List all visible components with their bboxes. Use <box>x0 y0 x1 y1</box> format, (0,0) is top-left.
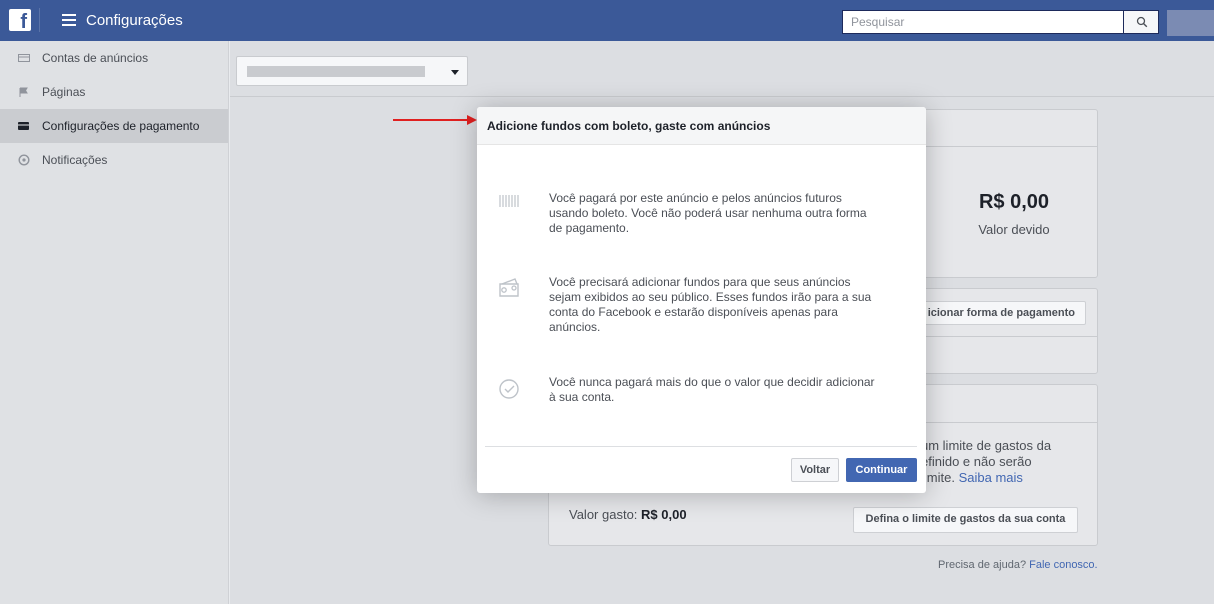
amount-spent: Valor gasto: R$ 0,00 <box>569 507 687 522</box>
set-spending-limit-button[interactable]: Defina o limite de gastos da sua conta <box>853 507 1078 533</box>
card-icon <box>18 52 32 64</box>
search-input[interactable]: Pesquisar <box>842 10 1123 34</box>
sidebar-item-pages[interactable]: Páginas <box>0 75 228 109</box>
facebook-logo[interactable]: f <box>9 9 31 31</box>
amount-spent-label: Valor gasto: <box>569 507 638 522</box>
limit-text-line: limite. Saiba mais <box>921 470 1091 486</box>
limit-text-fragment: limite. <box>921 470 955 485</box>
top-bar: f Configurações Pesquisar <box>0 0 1214 41</box>
dialog-item: Você nunca pagará mais do que o valor qu… <box>497 375 879 405</box>
sidebar-item-notifications[interactable]: Notificações <box>0 143 228 177</box>
account-menu[interactable] <box>1167 10 1214 36</box>
spending-limit-description: um limite de gastos da efinido e não ser… <box>921 438 1091 486</box>
dialog-item-text: Você precisará adicionar fundos para que… <box>549 275 872 334</box>
sidebar-item-ad-accounts[interactable]: Contas de anúncios <box>0 41 228 75</box>
help-footer: Precisa de ajuda? Fale conosco. <box>938 559 1098 571</box>
dialog-item: Você precisará adicionar fundos para que… <box>497 275 879 335</box>
sidebar-item-label: Páginas <box>42 85 86 99</box>
back-button[interactable]: Voltar <box>791 458 839 482</box>
dialog-item: Você pagará por este anúncio e pelos anú… <box>497 191 879 236</box>
search-icon <box>1136 16 1148 28</box>
dialog-item-text: Você pagará por este anúncio e pelos anú… <box>549 191 867 235</box>
help-text: Precisa de ajuda? <box>938 559 1027 571</box>
sidebar-item-payment-settings[interactable]: Configurações de pagamento <box>0 109 228 143</box>
search-button[interactable] <box>1123 10 1159 34</box>
barcode-icon <box>497 191 523 217</box>
amount-spent-value: R$ 0,00 <box>641 507 687 522</box>
wallet-icon <box>497 275 523 301</box>
account-selector-bar <box>230 41 1214 97</box>
globe-icon <box>18 154 32 166</box>
contact-us-link[interactable]: Fale conosco. <box>1029 559 1097 571</box>
flag-icon <box>18 86 32 98</box>
add-funds-dialog: Adicione fundos com boleto, gaste com an… <box>477 107 926 493</box>
dialog-title: Adicione fundos com boleto, gaste com an… <box>477 107 926 145</box>
learn-more-link[interactable]: Saiba mais <box>959 470 1023 485</box>
dialog-footer-divider <box>485 446 917 447</box>
checkmark-circle-icon <box>497 375 523 401</box>
redacted-account-name <box>247 66 425 77</box>
sidebar-item-label: Notificações <box>42 153 108 167</box>
amount-due: R$ 0,00 <box>978 191 1050 213</box>
sidebar-item-label: Contas de anúncios <box>42 51 149 65</box>
top-bar-divider <box>39 8 40 32</box>
account-select[interactable] <box>236 56 468 86</box>
sidebar-item-label: Configurações de pagamento <box>42 119 200 133</box>
hamburger-menu-icon[interactable] <box>62 14 76 26</box>
limit-text-line: um limite de gastos da <box>921 438 1052 453</box>
dialog-item-text: Você nunca pagará mais do que o valor qu… <box>549 375 875 404</box>
amount-due-label: Valor devido <box>978 222 1050 237</box>
continue-button[interactable]: Continuar <box>846 458 917 482</box>
app-title[interactable]: Configurações <box>86 12 183 29</box>
annotation-arrow-icon <box>393 115 477 125</box>
caret-down-icon <box>451 70 459 75</box>
limit-text-line: efinido e não serão <box>921 454 1032 469</box>
wallet-icon <box>18 120 32 132</box>
sidebar: Contas de anúncios Páginas Configurações… <box>0 41 229 604</box>
